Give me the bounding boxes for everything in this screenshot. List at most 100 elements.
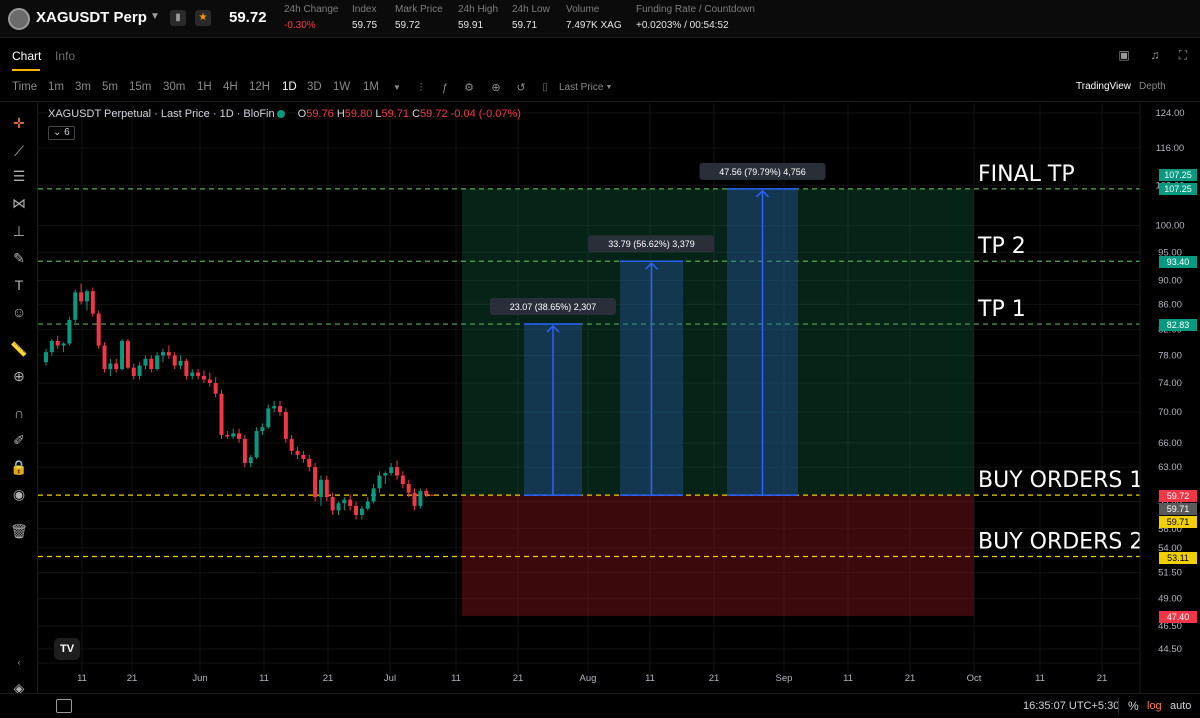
interval-4h[interactable]: 4H bbox=[223, 81, 238, 93]
layout-icon[interactable]: ▣ bbox=[1115, 48, 1133, 62]
pattern-icon[interactable]: ⋈ bbox=[9, 193, 29, 213]
brush-icon[interactable]: ✎ bbox=[9, 248, 29, 268]
candle-body bbox=[242, 438, 247, 464]
stat-funding-rate: Funding Rate / Countdown +0.0203% / 00:5… bbox=[636, 4, 755, 31]
indicator-toggle[interactable]: ⌄ 6 bbox=[48, 126, 75, 140]
stat-mark-price: Mark Price 59.72 bbox=[395, 4, 443, 31]
candle-body bbox=[354, 505, 359, 515]
magnet-icon[interactable]: ∩ bbox=[9, 403, 29, 423]
stat-24h-high: 24h High 59.91 bbox=[458, 4, 499, 31]
candle-body bbox=[155, 355, 160, 370]
tab-chart[interactable]: Chart bbox=[12, 49, 41, 63]
trash-icon[interactable]: 🗑 bbox=[9, 521, 29, 541]
compare-icon[interactable]: ⊕ bbox=[489, 81, 503, 95]
chevron-down-icon[interactable]: ▼ bbox=[150, 11, 160, 22]
settings-icon[interactable]: ⚙ bbox=[462, 81, 476, 95]
candle-body bbox=[102, 345, 107, 370]
chevron-down-icon[interactable]: ▼ bbox=[390, 81, 404, 95]
stat-volume: Volume 7.497K XAG bbox=[566, 4, 622, 31]
interval-1m[interactable]: 1m bbox=[48, 81, 64, 93]
time-tick: 21 bbox=[709, 673, 720, 684]
ruler-icon[interactable]: 📏 bbox=[9, 339, 29, 359]
interval-1m-month[interactable]: 1M bbox=[363, 81, 379, 93]
candle-body bbox=[418, 490, 423, 506]
candle-body bbox=[143, 358, 148, 366]
level-label: BUY ORDERS 1 bbox=[978, 468, 1143, 493]
legend-change: -0.04 (-0.07%) bbox=[450, 108, 521, 120]
clock[interactable]: 16:35:07 UTC+5:30 bbox=[1023, 700, 1119, 712]
interval-5m[interactable]: 5m bbox=[102, 81, 118, 93]
interval-time[interactable]: Time bbox=[12, 81, 37, 93]
legend-low: 59.71 bbox=[381, 108, 410, 120]
chart-area[interactable]: FINAL TP TP 2 TP 1 BUY ORDERS 1 BUY ORDERS 2… bbox=[38, 103, 1200, 693]
interval-1w[interactable]: 1W bbox=[333, 81, 350, 93]
price-tag: 59.72 bbox=[1167, 491, 1190, 501]
price-type-select[interactable]: Last Price bbox=[559, 82, 603, 93]
candle-body bbox=[184, 360, 189, 376]
trendline-icon[interactable]: ⟋ bbox=[9, 141, 29, 161]
horizontal-lines-icon[interactable]: ☰ bbox=[9, 166, 29, 186]
interval-30m[interactable]: 30m bbox=[163, 81, 185, 93]
candle-body bbox=[213, 382, 218, 394]
candle-body bbox=[55, 340, 60, 346]
interval-3m[interactable]: 3m bbox=[75, 81, 91, 93]
measure-label: 47.56 (79.79%) 4,756 bbox=[719, 167, 806, 177]
measure-icon[interactable]: ⊥ bbox=[9, 221, 29, 241]
level-label: BUY ORDERS 2 bbox=[978, 529, 1143, 554]
interval-1d[interactable]: 1D bbox=[282, 81, 297, 93]
candle-body bbox=[307, 458, 312, 468]
price-chart[interactable]: FINAL TP TP 2 TP 1 BUY ORDERS 1 BUY ORDERS 2… bbox=[38, 103, 1200, 693]
candle-body bbox=[424, 490, 429, 495]
auto-toggle[interactable]: auto bbox=[1170, 700, 1191, 712]
candle-body bbox=[219, 393, 224, 435]
chevron-down-icon[interactable]: ▼ bbox=[602, 81, 616, 95]
symbol-name[interactable]: XAGUSDT Perp bbox=[36, 9, 147, 26]
time-tick: 11 bbox=[843, 673, 853, 684]
crosshair-icon[interactable]: ✛ bbox=[9, 113, 29, 133]
interval-12h[interactable]: 12H bbox=[249, 81, 270, 93]
time-tick: Jul bbox=[384, 673, 396, 684]
interval-3d[interactable]: 3D bbox=[307, 81, 322, 93]
candle-body bbox=[283, 412, 288, 439]
depth-view-button[interactable]: Depth bbox=[1139, 81, 1166, 92]
price-tick: 74.00 bbox=[1158, 378, 1182, 389]
candle-body bbox=[324, 479, 329, 498]
time-tick: 11 bbox=[77, 673, 87, 684]
eye-icon[interactable]: ◉ bbox=[9, 484, 29, 504]
time-tick: 11 bbox=[1035, 673, 1045, 684]
interval-15m[interactable]: 15m bbox=[129, 81, 151, 93]
calendar-icon[interactable] bbox=[56, 699, 72, 713]
undo-icon[interactable]: ↺ bbox=[514, 81, 528, 95]
candle-body bbox=[248, 457, 253, 464]
text-icon[interactable]: T bbox=[9, 275, 29, 295]
candle-body bbox=[207, 379, 212, 383]
tradingview-view-button[interactable]: TradingView bbox=[1076, 81, 1131, 92]
lock-icon[interactable]: 🔒 bbox=[9, 457, 29, 477]
candle-body bbox=[161, 352, 165, 356]
percent-toggle[interactable]: % bbox=[1128, 699, 1139, 713]
alert-icon[interactable]: ♫ bbox=[1146, 48, 1164, 62]
interval-1h[interactable]: 1H bbox=[197, 81, 212, 93]
candle-body bbox=[400, 475, 405, 485]
time-tick: Aug bbox=[580, 673, 597, 684]
tab-info[interactable]: Info bbox=[55, 49, 75, 63]
candle-body bbox=[178, 360, 183, 366]
lock-drawing-icon[interactable]: ✐ bbox=[9, 430, 29, 450]
candle-body bbox=[90, 291, 95, 314]
candle-body bbox=[336, 503, 341, 511]
price-tag: 47.40 bbox=[1167, 612, 1190, 622]
expand-icon[interactable]: ⛶ bbox=[1174, 48, 1192, 62]
star-icon[interactable]: ★ bbox=[195, 10, 211, 26]
indicators-icon[interactable]: ƒ bbox=[438, 81, 452, 95]
log-toggle[interactable]: log bbox=[1147, 700, 1162, 712]
collapse-icon[interactable]: ‹ bbox=[9, 653, 29, 673]
zoom-icon[interactable]: ⊕ bbox=[9, 366, 29, 386]
bookmark-icon[interactable]: ▮ bbox=[170, 10, 186, 26]
camera-icon[interactable]: ⌷ bbox=[538, 81, 552, 95]
emoji-icon[interactable]: ☺ bbox=[9, 302, 29, 322]
time-tick: Oct bbox=[967, 673, 982, 684]
chart-type-icon[interactable]: ⫶ bbox=[414, 81, 428, 95]
tradingview-logo: TV bbox=[54, 638, 80, 660]
candle-body bbox=[365, 501, 370, 509]
measure-label: 33.79 (56.62%) 3,379 bbox=[608, 239, 695, 249]
